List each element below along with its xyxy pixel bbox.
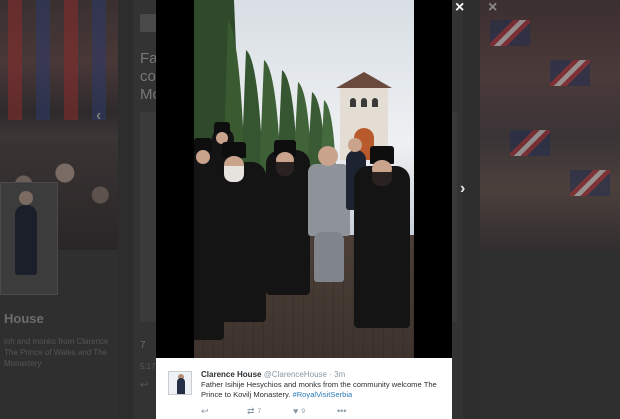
monastery-photo (194, 0, 414, 358)
tweet-timestamp[interactable]: 3m (334, 370, 345, 379)
background-close-icon: × (488, 0, 498, 16)
previous-arrow-icon[interactable]: ‹ (96, 108, 101, 124)
background-small-text: 5:17 (140, 362, 156, 371)
reply-icon[interactable]: ↩ (201, 406, 209, 417)
lightbox-media (156, 0, 452, 358)
like-icon: ♥ (293, 406, 299, 416)
retweet-icon: ⇄ (247, 406, 255, 416)
retweet-count: 7 (257, 408, 262, 415)
like-button[interactable]: ♥ 9 (293, 406, 305, 417)
next-arrow-icon[interactable]: › (460, 181, 465, 197)
tweet-author[interactable]: Clarence House @ClarenceHouse · 3m (201, 370, 345, 379)
background-right-photo (480, 0, 620, 250)
background-reply-icon: ↩ (140, 380, 149, 391)
tweet-card: Clarence House @ClarenceHouse · 3m Fathe… (156, 358, 452, 419)
author-name[interactable]: Clarence House (201, 370, 261, 379)
more-options-icon[interactable]: ••• (337, 406, 346, 417)
separator-dot: · (329, 370, 332, 379)
avatar[interactable] (168, 371, 192, 395)
background-right-panel (480, 250, 620, 419)
background-caption: ioh and monks from Clarence The Prince o… (4, 337, 109, 368)
author-handle[interactable]: @ClarenceHouse (264, 370, 327, 379)
retweet-button[interactable]: ⇄ 7 (247, 406, 261, 417)
background-thumbnail (0, 182, 58, 295)
background-account-name: House (4, 311, 44, 326)
background-count: 7 (140, 340, 146, 351)
close-icon[interactable]: × (455, 0, 464, 16)
lightbox-screen: House ioh and monks from Clarence The Pr… (0, 0, 620, 419)
like-count: 9 (301, 408, 305, 415)
hashtag-link[interactable]: #RoyalVisitSerbia (292, 390, 352, 399)
tweet-actions: ↩ ⇄ 7 ♥ 9 ••• (201, 406, 441, 417)
tweet-text: Father Isihije Hesychios and monks from … (201, 380, 446, 400)
